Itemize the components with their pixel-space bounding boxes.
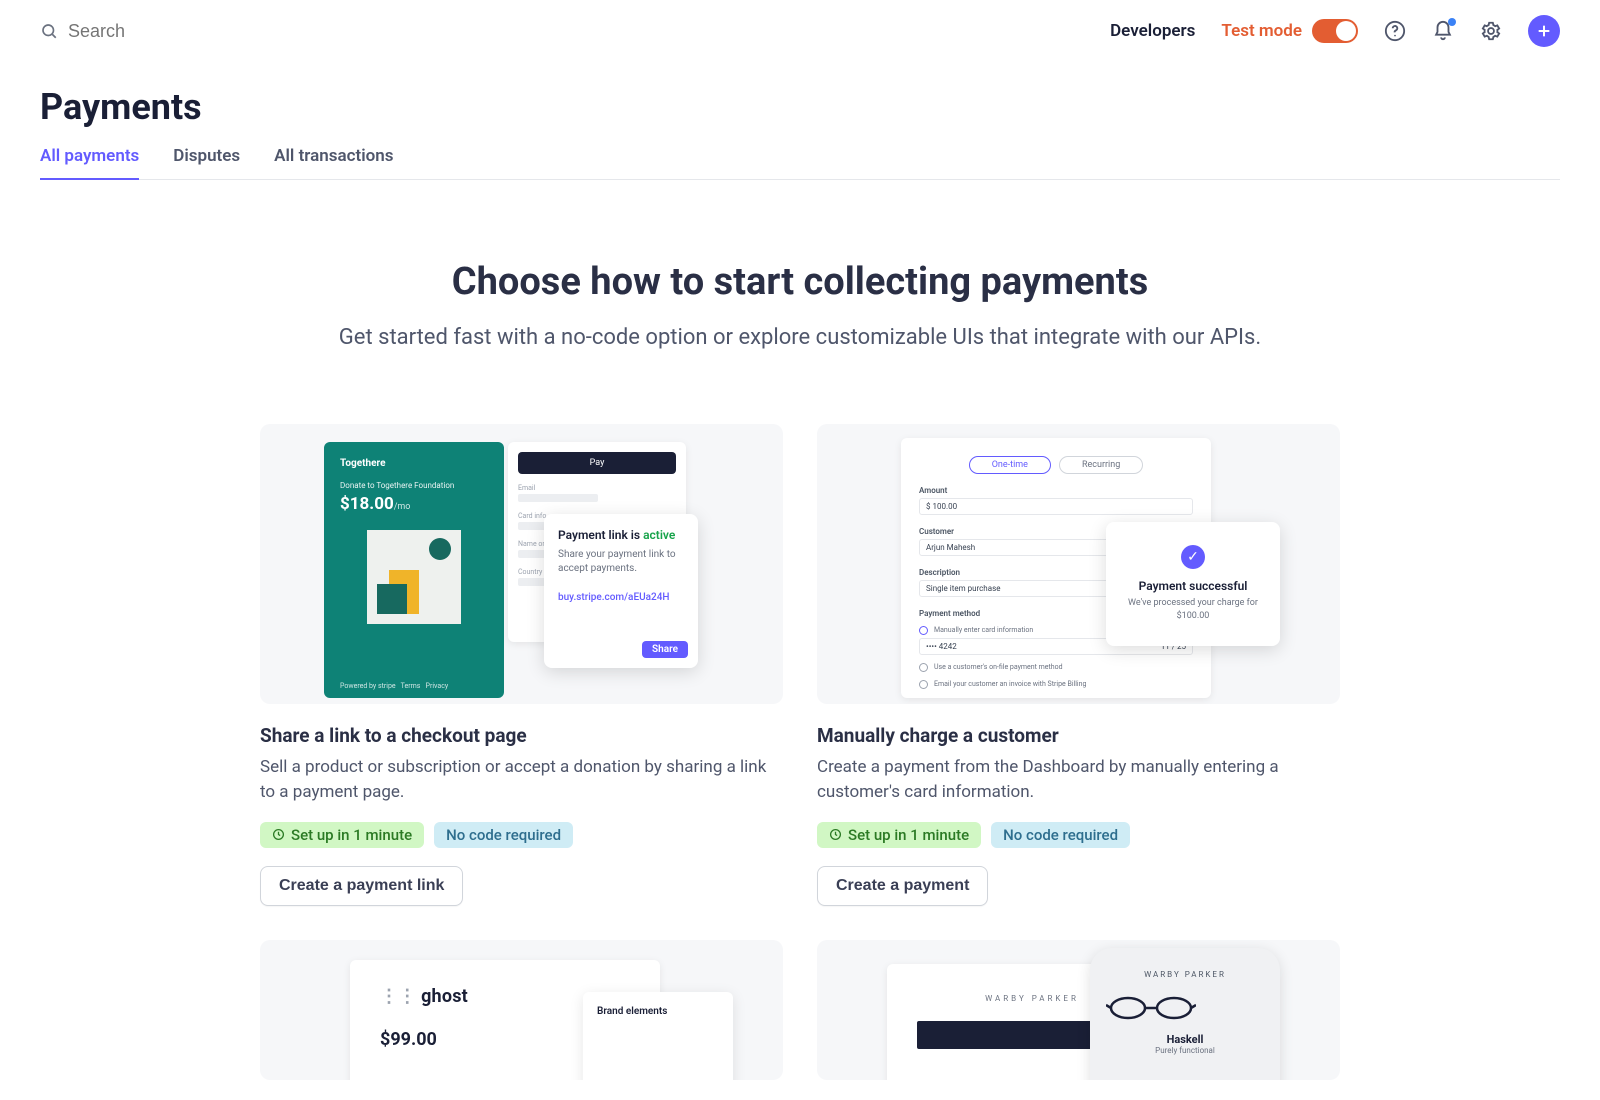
create-payment-link-button[interactable]: Create a payment link [260,866,463,906]
apple-pay-button: Pay [518,452,676,474]
topbar-right: Developers Test mode [1110,15,1560,47]
mock-pill-recurring: Recurring [1059,456,1143,474]
help-icon[interactable] [1384,20,1406,42]
mock-phone-brand: WARBY PARKER [1106,970,1264,979]
tile-elements: WARBY PARKER WARBY PARKER Haskell Purely… [817,940,1340,1100]
mock-url: buy.stripe.com/aEUa24H [558,592,684,603]
mock-panel-heading: Brand elements [597,1006,719,1017]
tab-all-payments[interactable]: All payments [40,146,139,180]
mock-price: $18.00 [340,494,394,514]
mock-option: Manually enter card information [934,626,1033,634]
tile-thumb: One-time Recurring Amount $ 100.00 Custo… [817,424,1340,704]
tile-description: Create a payment from the Dashboard by m… [817,755,1340,806]
mock-product-sub: Purely functional [1106,1046,1264,1055]
mock-label: Amount [919,486,1193,495]
notifications-icon[interactable] [1432,20,1454,42]
notification-dot [1448,18,1456,26]
mock-brand: Togethere [340,458,488,469]
mock-phone: WARBY PARKER Haskell Purely functional [1090,948,1280,1080]
tab-all-transactions[interactable]: All transactions [274,146,393,179]
mock-success-popup: ✓ Payment successful We've processed you… [1106,522,1280,646]
mock-status-prefix: Payment link is [558,528,643,542]
tile-manual-charge: One-time Recurring Amount $ 100.00 Custo… [817,424,1340,906]
mock-status-word: active [643,528,675,542]
tabs: All payments Disputes All transactions [40,146,1560,180]
search-icon [40,22,58,40]
create-button[interactable] [1528,15,1560,47]
glasses-icon [1106,993,1264,1023]
mock-field-label: Email [518,484,676,492]
settings-icon[interactable] [1480,20,1502,42]
tile-title: Manually charge a customer [817,724,1340,747]
mock-product-name: Haskell [1106,1033,1264,1046]
tile-payment-link: Togethere Donate to Togethere Foundation… [260,424,783,906]
test-mode-toggle[interactable] [1312,19,1358,43]
mock-brand-panel: Brand elements [583,992,733,1080]
topbar: Developers Test mode [40,0,1560,56]
tile-thumb: ⋮⋮ ghost $99.00 Brand elements [260,940,783,1080]
test-mode-label: Test mode [1221,21,1302,41]
mock-brand: ghost [421,986,468,1007]
mock-card: •••• 4242 [926,642,957,651]
mock-option: Use a customer's on-file payment method [934,663,1063,671]
search[interactable] [40,21,468,42]
hero-heading: Choose how to start collecting payments [40,260,1560,304]
tile-thumb: Togethere Donate to Togethere Foundation… [260,424,783,704]
search-input[interactable] [68,21,468,42]
mock-share-button: Share [642,641,688,658]
developers-link[interactable]: Developers [1110,21,1195,41]
tile-checkout-page: ⋮⋮ ghost $99.00 Brand elements [260,940,783,1100]
mock-success-sub: We've processed your charge for $100.00 [1118,597,1268,622]
mock-option: Email your customer an invoice with Stri… [934,680,1086,688]
mock-pill-onetime: One-time [969,456,1051,474]
mock-status-sub: Share your payment link to accept paymen… [558,548,684,576]
tile-thumb: WARBY PARKER WARBY PARKER Haskell Purely… [817,940,1340,1080]
badge-no-code: No code required [991,822,1130,848]
mock-success-title: Payment successful [1139,579,1248,593]
check-icon: ✓ [1181,545,1205,569]
badge-setup-time: Set up in 1 minute [260,822,424,848]
option-grid: Togethere Donate to Togethere Foundation… [260,424,1340,1100]
hero: Choose how to start collecting payments … [40,260,1560,354]
tile-title: Share a link to a checkout page [260,724,783,747]
mock-tagline: Donate to Togethere Foundation [340,481,488,490]
mock-checkout-panel: Togethere Donate to Togethere Foundation… [324,442,504,698]
badge-setup-time: Set up in 1 minute [817,822,981,848]
tab-disputes[interactable]: Disputes [173,146,240,179]
test-mode: Test mode [1221,19,1358,43]
tile-description: Sell a product or subscription or accept… [260,755,783,806]
mock-input: $ 100.00 [919,498,1193,515]
create-payment-button[interactable]: Create a payment [817,866,988,906]
mock-price-suffix: /mo [394,502,411,512]
hero-subheading: Get started fast with a no-code option o… [40,322,1560,354]
page-title: Payments [40,86,1560,128]
mock-link-popup: Payment link is active Share your paymen… [544,514,698,668]
badge-no-code: No code required [434,822,573,848]
